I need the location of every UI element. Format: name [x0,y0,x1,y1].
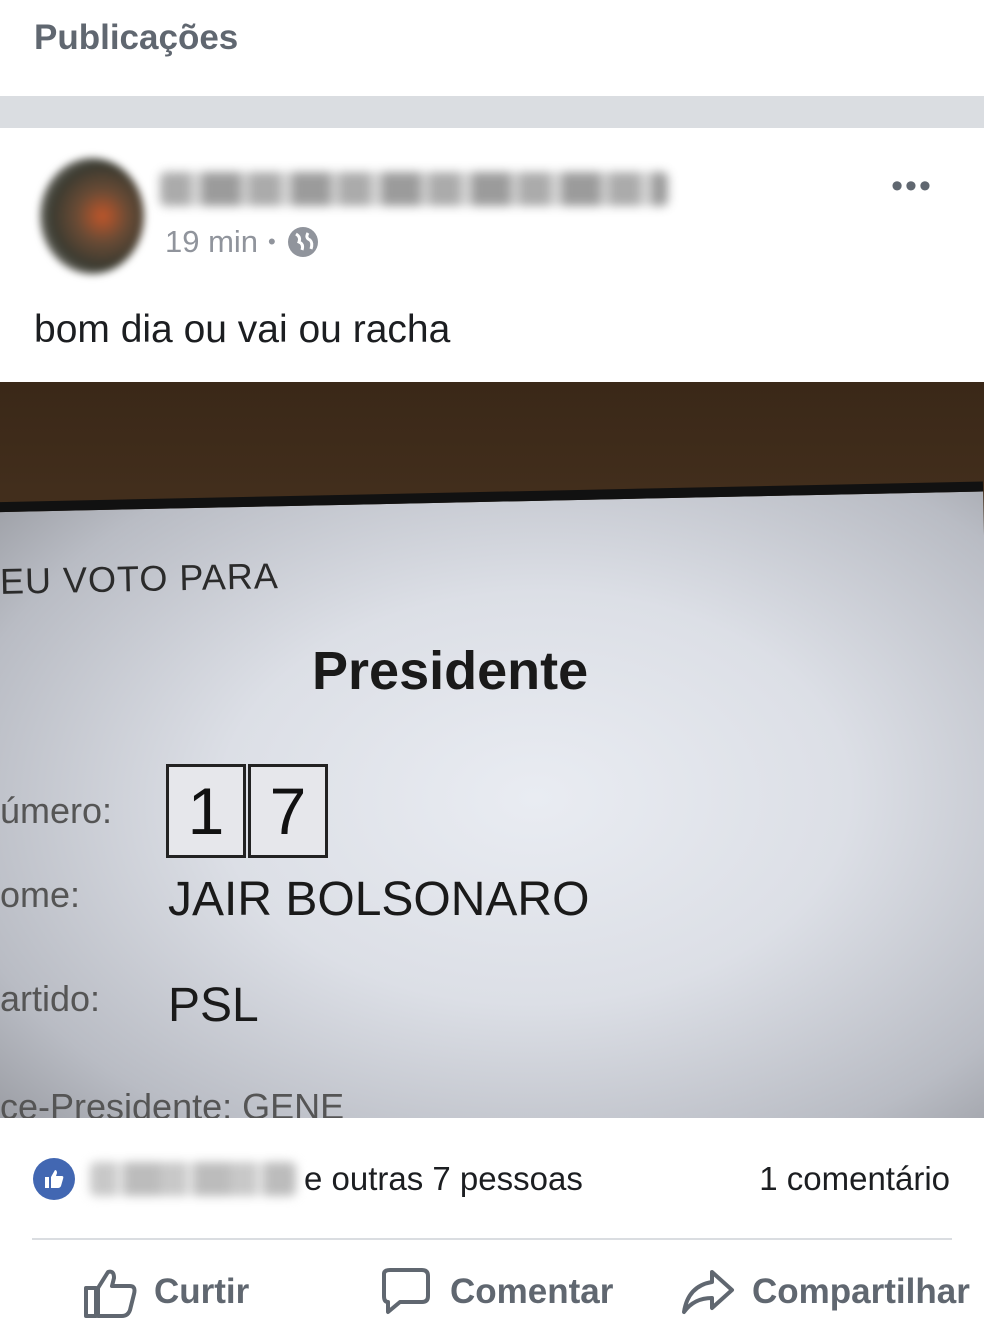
comment-count[interactable]: 1 comentário [759,1160,950,1198]
vote-label: EU VOTO PARA [0,555,280,602]
share-button[interactable]: Compartilhar [680,1266,970,1318]
like-label: Curtir [154,1272,250,1311]
page-title: Publicações [34,18,239,57]
author-avatar[interactable] [40,158,144,274]
section-divider [0,96,984,128]
post-text: bom dia ou vai ou racha [34,308,451,351]
party-label: artido: [0,978,101,1019]
vice-president-label: ce-Presidente: GENE [0,1086,345,1118]
office-title: Presidente [312,641,589,701]
page-header: Publicações [0,0,984,96]
post-time[interactable]: 19 min [165,224,258,260]
reaction-count[interactable]: e outras 7 pessoas [304,1160,583,1198]
party-value: PSL [168,979,259,1032]
like-button[interactable]: Curtir [82,1266,249,1318]
author-name-blurred[interactable] [160,172,668,206]
comment-button[interactable]: Comentar [378,1266,613,1318]
comment-icon [382,1268,430,1314]
number-digit-2: 7 [248,764,328,858]
more-options-icon[interactable]: ••• [884,168,940,204]
post-meta: 19 min • [165,224,320,260]
post-actions: Curtir Comentar Compartilhar [0,1244,984,1320]
share-label: Compartilhar [752,1272,970,1311]
name-label: ome: [0,874,81,915]
liker-name-blurred[interactable] [90,1162,296,1196]
comment-label: Comentar [450,1272,614,1311]
candidate-name: JAIR BOLSONARO [168,873,590,926]
number-label: úmero: [0,790,113,831]
reactions-bar: e outras 7 pessoas 1 comentário [0,1118,984,1240]
post-photo[interactable]: EU VOTO PARA Presidente úmero: 1 7 ome: … [0,382,984,1118]
actions-divider [32,1238,952,1240]
post-header: 19 min • ••• [0,128,984,288]
globe-icon [286,225,320,259]
number-digit-1: 1 [166,764,246,858]
meta-separator: • [268,229,276,254]
like-badge-icon[interactable] [33,1158,75,1200]
share-icon [682,1270,734,1314]
thumbs-up-icon [84,1269,137,1318]
